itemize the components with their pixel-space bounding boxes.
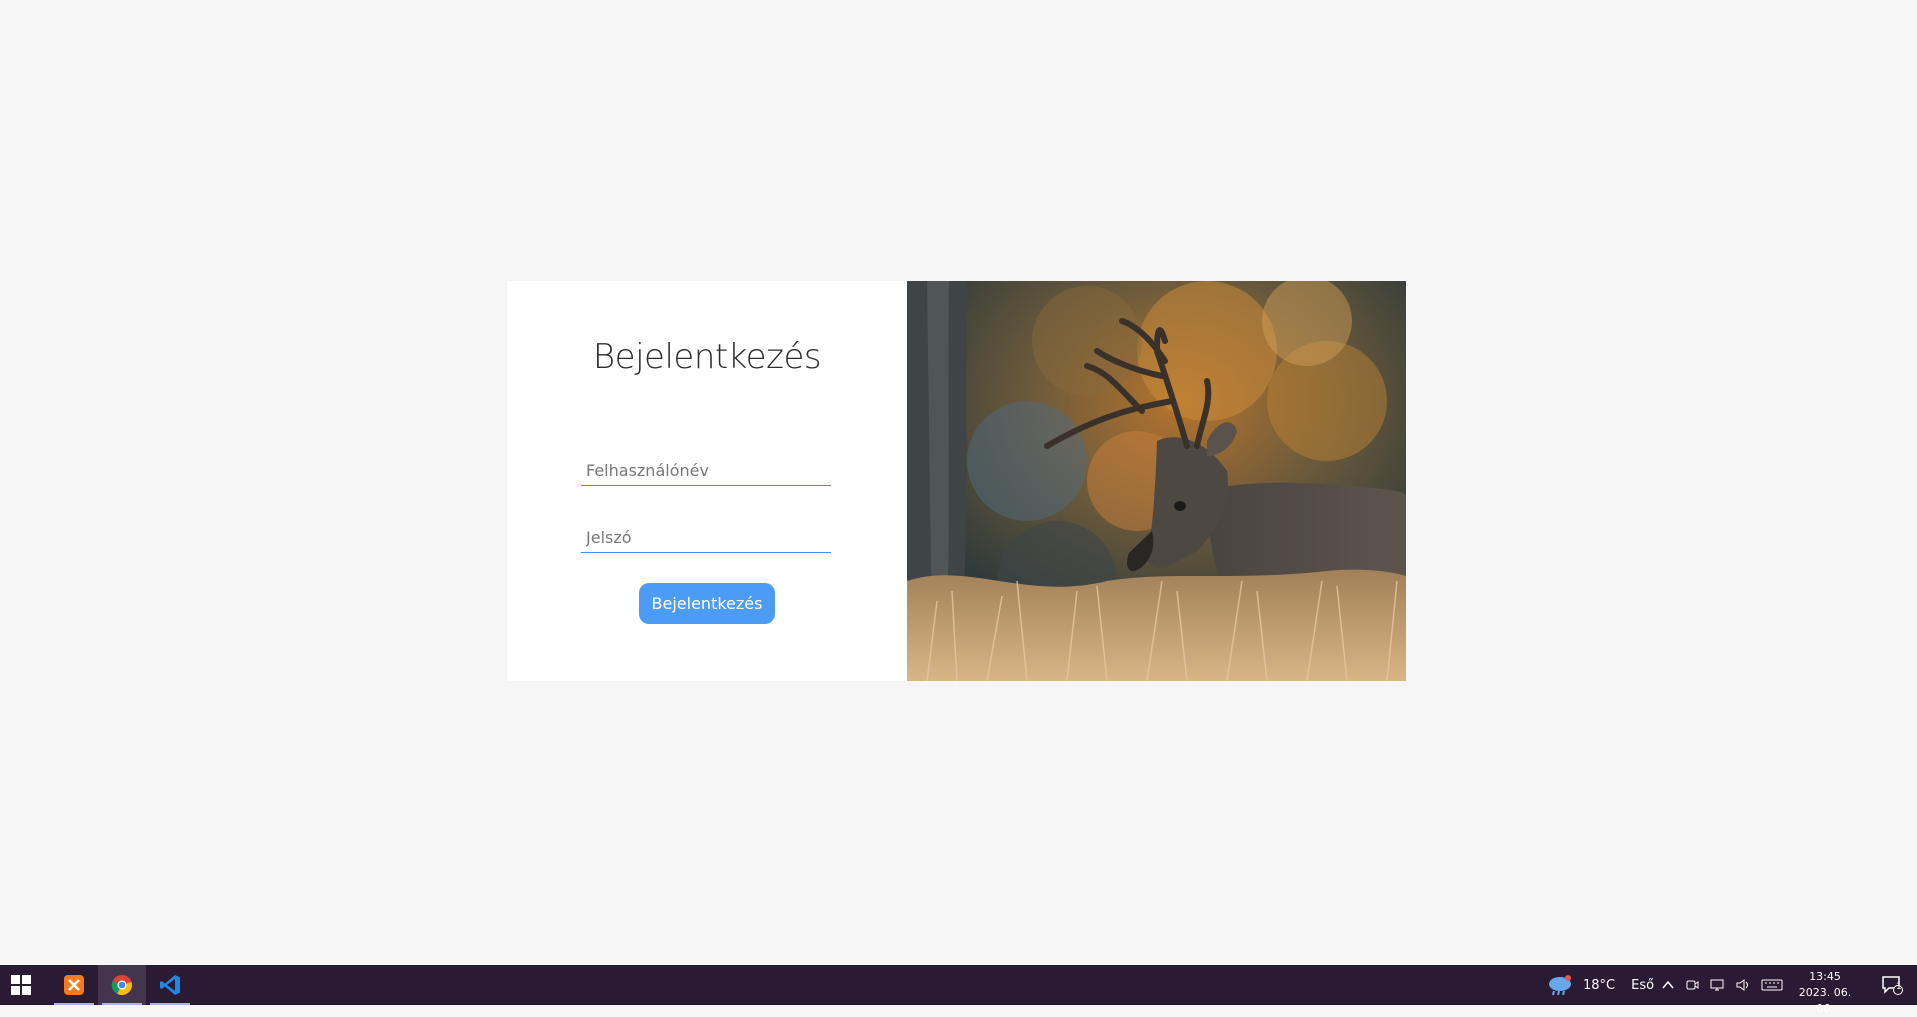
password-input[interactable] xyxy=(581,523,831,553)
login-card: Bejelentkezés Bejelentkezés xyxy=(507,281,1406,681)
deer-image xyxy=(907,281,1406,681)
username-input[interactable] xyxy=(581,456,831,486)
weather-condition: Eső xyxy=(1631,977,1655,993)
meet-now-icon[interactable] xyxy=(1685,978,1699,992)
xampp-icon xyxy=(64,975,84,995)
start-button[interactable] xyxy=(0,965,42,1005)
vscode-icon xyxy=(160,975,180,995)
keyboard-icon[interactable] xyxy=(1761,978,1783,992)
clock-time: 13:45 xyxy=(1809,970,1841,983)
rain-cloud-icon xyxy=(1549,975,1571,996)
clock-date: 2023. 06. 06. xyxy=(1798,986,1852,1015)
chrome-icon xyxy=(111,975,132,996)
windows-icon xyxy=(11,975,31,995)
weather-temperature: 18°C xyxy=(1583,977,1616,993)
taskbar: 18°C Eső 13:45 2023. 06. 06. 1 xyxy=(0,965,1917,1015)
page-title: Bejelentkezés xyxy=(592,337,822,377)
taskbar-app-vscode[interactable] xyxy=(146,965,194,1005)
chevron-up-icon[interactable] xyxy=(1661,978,1675,992)
login-button[interactable]: Bejelentkezés xyxy=(639,583,775,624)
weather-widget[interactable]: 18°C Eső xyxy=(1547,965,1654,1005)
network-icon[interactable] xyxy=(1709,978,1725,992)
login-form-panel: Bejelentkezés Bejelentkezés xyxy=(507,281,907,681)
taskbar-app-chrome[interactable] xyxy=(98,965,146,1005)
system-clock[interactable]: 13:45 2023. 06. 06. xyxy=(1790,969,1860,1017)
notification-count: 1 xyxy=(1896,982,1902,992)
system-tray xyxy=(1661,965,1783,1005)
taskbar-app-xampp[interactable] xyxy=(50,965,98,1005)
notification-center-button[interactable]: 1 xyxy=(1872,965,1912,1005)
volume-icon[interactable] xyxy=(1735,978,1751,992)
